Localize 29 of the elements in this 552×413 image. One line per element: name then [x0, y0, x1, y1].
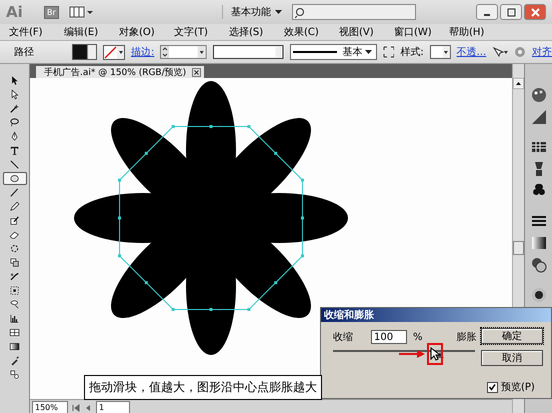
object-type-label: 路径: [14, 46, 34, 59]
app-logo: Ai: [6, 3, 24, 21]
menu-item[interactable]: 文件(F): [6, 25, 61, 39]
ok-button[interactable]: 确定: [481, 328, 543, 344]
dialog-title: 收缩和膨胀: [321, 308, 551, 322]
slider-right-label: 膨胀: [456, 330, 477, 344]
menu-item[interactable]: 文字(T): [171, 25, 226, 39]
menu-item[interactable]: 帮助(H): [446, 25, 501, 39]
workspace-switcher[interactable]: 基本功能: [222, 5, 282, 19]
value-field[interactable]: 100: [371, 330, 407, 344]
unit-label: %: [413, 332, 423, 342]
opacity-link[interactable]: 不透...: [456, 45, 486, 59]
menu-item[interactable]: 窗口(W): [391, 25, 446, 39]
menu-item[interactable]: 视图(V): [336, 25, 391, 39]
menu-item[interactable]: 对象(O): [116, 25, 171, 39]
slider-left-label: 收缩: [333, 330, 353, 344]
style-label: 样式:: [400, 46, 424, 59]
cancel-button[interactable]: 取消: [481, 350, 543, 366]
stroke-profile-dropdown[interactable]: 基本: [290, 44, 377, 60]
document-tab[interactable]: 手机广告.ai* @ 150% (RGB/预览): [36, 66, 204, 78]
align-link[interactable]: 对齐: [532, 45, 552, 59]
menu-item[interactable]: 编辑(E): [61, 25, 116, 39]
stroke-link[interactable]: 描边:: [131, 45, 154, 59]
zoom-field[interactable]: 150%: [32, 401, 68, 413]
menu-item[interactable]: 效果(C): [281, 25, 336, 39]
preview-label[interactable]: 预览(P): [501, 380, 535, 394]
menu-item[interactable]: 选择(S): [226, 25, 281, 39]
page-field[interactable]: 1: [96, 401, 130, 413]
caption-text: 拖动滑块，值越大，图形沿中心点膨胀越大: [84, 375, 322, 400]
